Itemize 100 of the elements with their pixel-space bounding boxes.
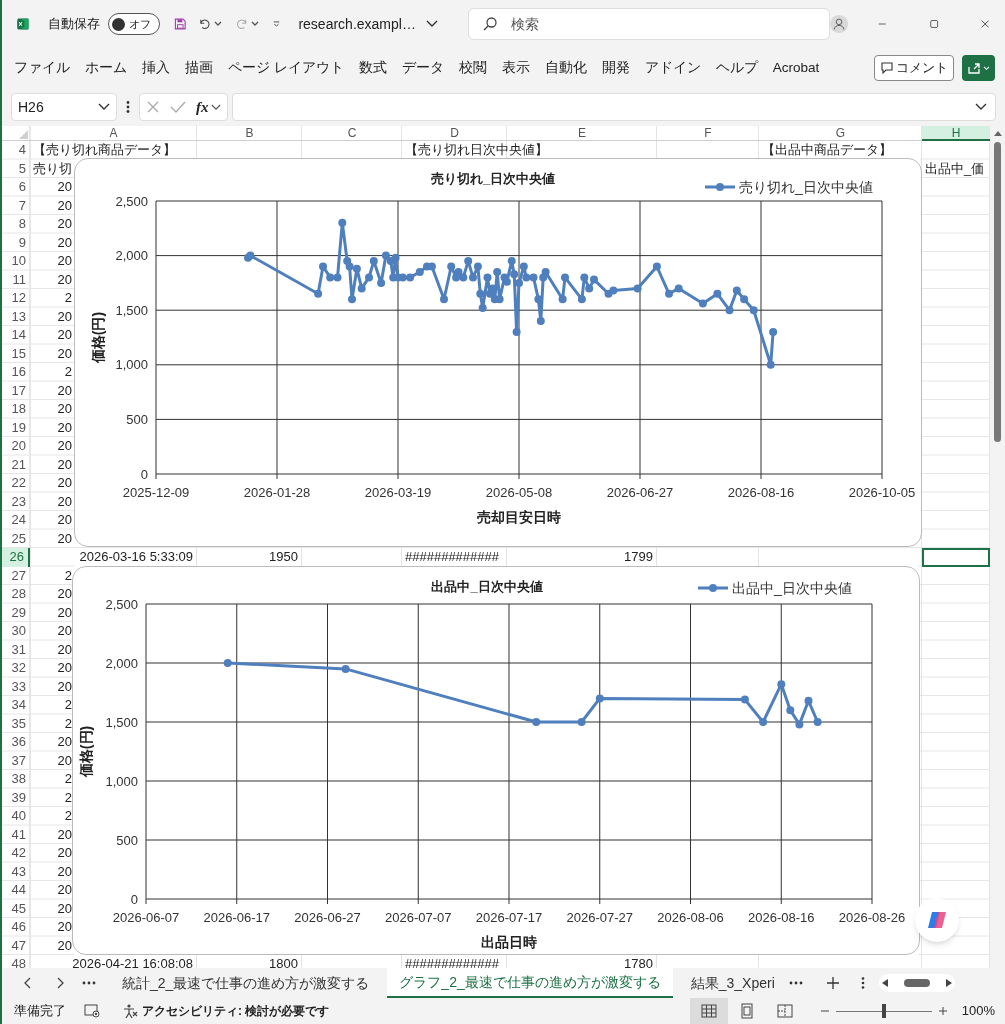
row-header[interactable]: 5 — [2, 159, 30, 178]
add-sheet-icon[interactable] — [826, 977, 839, 989]
more-options-icon[interactable] — [126, 100, 130, 114]
zoom-level[interactable]: 100% — [961, 1001, 995, 1021]
column-header[interactable]: A — [30, 126, 197, 141]
row-header[interactable]: 30 — [2, 622, 30, 641]
row-header[interactable]: 12 — [2, 289, 30, 308]
row-header[interactable]: 40 — [2, 807, 30, 826]
row-header[interactable]: 20 — [2, 437, 30, 456]
customize-toolbar-icon[interactable] — [273, 19, 281, 29]
scroll-up-icon[interactable] — [993, 130, 1002, 136]
row-header[interactable]: 42 — [2, 844, 30, 863]
previous-sheet-icon[interactable] — [24, 977, 32, 989]
row-header[interactable]: 13 — [2, 307, 30, 326]
sheet-tab[interactable]: 結果_3_Xperi — [678, 968, 787, 998]
ribbon-tab[interactable]: ファイル — [14, 57, 70, 79]
row-header[interactable]: 28 — [2, 585, 30, 604]
column-header[interactable]: G — [759, 126, 922, 141]
row-header[interactable]: 9 — [2, 233, 30, 252]
autosave-toggle[interactable]: オフ — [107, 13, 160, 35]
zoom-in-icon[interactable] — [937, 1006, 948, 1016]
ribbon-tab[interactable]: 開発 — [601, 57, 630, 79]
more-sheets-icon[interactable] — [82, 981, 96, 985]
row-header[interactable]: 32 — [2, 659, 30, 678]
row-header[interactable]: 33 — [2, 677, 30, 696]
row-header[interactable]: 46 — [2, 918, 30, 937]
caret-icon[interactable] — [213, 21, 222, 27]
row-header[interactable]: 16 — [2, 363, 30, 382]
row-header[interactable]: 25 — [2, 529, 30, 548]
row-header[interactable]: 15 — [2, 344, 30, 363]
column-header[interactable]: D — [402, 126, 507, 141]
row-header[interactable]: 23 — [2, 492, 30, 511]
row-header[interactable]: 11 — [2, 270, 30, 289]
row-header[interactable]: 14 — [2, 326, 30, 345]
row-header[interactable]: 7 — [2, 196, 30, 215]
caret-icon[interactable] — [251, 21, 260, 27]
row-header[interactable]: 31 — [2, 640, 30, 659]
macro-recording-icon[interactable] — [84, 1004, 100, 1018]
ribbon-tab[interactable]: 校閲 — [458, 57, 487, 79]
row-header[interactable]: 47 — [2, 936, 30, 955]
row-header[interactable]: 18 — [2, 400, 30, 419]
ribbon-tab[interactable]: データ — [401, 57, 444, 79]
close-icon[interactable] — [980, 18, 989, 30]
sheet-tab[interactable]: グラフ_2_最速で仕事の進め方が激変する — [387, 968, 673, 998]
row-header[interactable]: 48 — [2, 955, 30, 968]
accessibility-icon[interactable] — [122, 1003, 138, 1019]
row-header[interactable]: 19 — [2, 418, 30, 437]
row-header[interactable]: 17 — [2, 381, 30, 400]
row-header[interactable]: 34 — [2, 696, 30, 715]
row-header[interactable]: 4 — [2, 141, 30, 160]
row-header[interactable]: 22 — [2, 474, 30, 493]
more-sheets-icon[interactable] — [788, 981, 803, 985]
row-header[interactable]: 29 — [2, 603, 30, 622]
column-header[interactable]: B — [197, 126, 302, 141]
maximize-icon[interactable] — [930, 18, 939, 30]
row-header[interactable]: 36 — [2, 733, 30, 752]
ribbon-tab[interactable]: Acrobat — [772, 57, 820, 79]
row-header[interactable]: 41 — [2, 825, 30, 844]
ribbon-tab[interactable]: ページ レイアウト — [228, 57, 344, 79]
column-header[interactable]: C — [302, 126, 402, 141]
row-header[interactable]: 35 — [2, 714, 30, 733]
ribbon-tab[interactable]: ホーム — [85, 57, 127, 79]
row-header[interactable]: 10 — [2, 252, 30, 271]
row-header[interactable]: 37 — [2, 751, 30, 770]
view-button[interactable] — [689, 998, 728, 1024]
row-header[interactable]: 27 — [2, 566, 30, 585]
ribbon-tab[interactable]: 数式 — [358, 57, 387, 79]
ribbon-tab[interactable]: アドイン — [644, 57, 701, 79]
comment-button[interactable]: コメント — [874, 55, 954, 81]
sheet-tab[interactable]: 統計_2_最速で仕事の進め方が激変する — [110, 968, 382, 998]
next-sheet-icon[interactable] — [56, 977, 64, 989]
column-header[interactable]: H — [922, 126, 990, 141]
row-header[interactable]: 39 — [2, 788, 30, 807]
search-field[interactable]: 検索 — [467, 8, 830, 40]
row-header[interactable]: 26 — [2, 548, 30, 567]
save-icon[interactable] — [173, 15, 187, 33]
scroll-thumb[interactable] — [994, 142, 1001, 442]
formula-input[interactable] — [232, 93, 996, 121]
row-header[interactable]: 6 — [2, 178, 30, 197]
row-header[interactable]: 43 — [2, 862, 30, 881]
share-button[interactable] — [962, 55, 995, 81]
ribbon-tab[interactable]: 挿入 — [142, 57, 170, 79]
row-header[interactable]: 44 — [2, 881, 30, 900]
ribbon-tab[interactable]: 表示 — [501, 57, 530, 79]
row-header[interactable]: 24 — [2, 511, 30, 530]
row-header[interactable]: 45 — [2, 899, 30, 918]
filename-button[interactable]: research.exampl… — [298, 13, 438, 35]
name-box[interactable]: H26 — [11, 93, 117, 121]
scroll-thumb[interactable] — [903, 979, 930, 987]
scroll-right-icon[interactable] — [945, 979, 952, 987]
column-header[interactable]: F — [657, 126, 759, 141]
accessibility-status[interactable]: アクセシビリティ: 検討が必要です — [142, 1002, 330, 1020]
check-icon[interactable] — [170, 100, 186, 114]
ribbon-tab[interactable]: ヘルプ — [715, 57, 758, 79]
row-header[interactable]: 21 — [2, 455, 30, 474]
column-header[interactable]: E — [507, 126, 657, 141]
scroll-left-icon[interactable] — [881, 979, 888, 987]
row-header[interactable]: 38 — [2, 770, 30, 789]
ribbon-tab[interactable]: 自動化 — [544, 57, 587, 79]
ribbon-tab[interactable]: 描画 — [185, 57, 213, 79]
